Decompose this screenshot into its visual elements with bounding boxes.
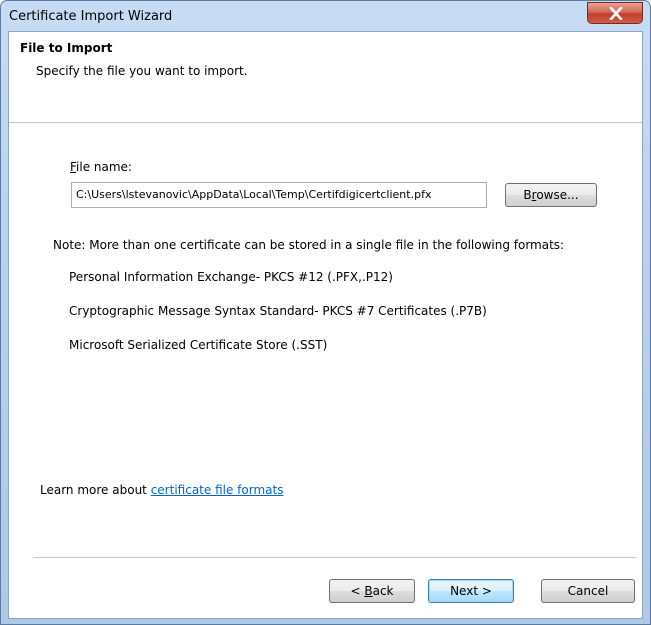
back-label-pre: < xyxy=(350,584,365,598)
learn-more-prefix: Learn more about xyxy=(40,483,151,497)
file-name-input[interactable]: C:\Users\lstevanovic\AppData\Local\Temp\… xyxy=(71,182,487,208)
page-subtitle: Specify the file you want to import. xyxy=(36,64,248,78)
file-label-text: ile name: xyxy=(76,160,132,174)
format-item-pfx: Personal Information Exchange- PKCS #12 … xyxy=(69,270,393,284)
format-item-sst: Microsoft Serialized Certificate Store (… xyxy=(69,338,328,352)
header-divider xyxy=(9,122,642,123)
file-name-label: File name: xyxy=(70,160,132,174)
back-label-key: B xyxy=(364,584,373,598)
certificate-formats-link[interactable]: certificate file formats xyxy=(151,483,284,497)
wizard-window: Certificate Import Wizard File to Import… xyxy=(0,0,651,625)
browse-button[interactable]: Browse... xyxy=(505,183,597,207)
format-item-p7b: Cryptographic Message Syntax Standard- P… xyxy=(69,304,487,318)
close-x-icon xyxy=(609,7,623,20)
wizard-header: File to Import Specify the file you want… xyxy=(9,32,642,122)
close-button[interactable] xyxy=(587,2,643,24)
back-label-post: ack xyxy=(372,584,394,598)
back-button[interactable]: < Back xyxy=(329,579,415,603)
page-title: File to Import xyxy=(20,41,113,55)
next-button[interactable]: Next > xyxy=(428,579,514,603)
footer-divider xyxy=(33,557,636,558)
wizard-body: File to Import Specify the file you want… xyxy=(8,31,643,619)
browse-label-pre: B xyxy=(523,188,532,202)
title-bar[interactable]: Certificate Import Wizard xyxy=(1,1,650,31)
browse-label-post: owse... xyxy=(536,188,579,202)
formats-note: Note: More than one certificate can be s… xyxy=(53,238,565,252)
window-title: Certificate Import Wizard xyxy=(9,9,173,24)
cancel-button[interactable]: Cancel xyxy=(541,579,635,603)
learn-more-text: Learn more about certificate file format… xyxy=(40,483,283,497)
